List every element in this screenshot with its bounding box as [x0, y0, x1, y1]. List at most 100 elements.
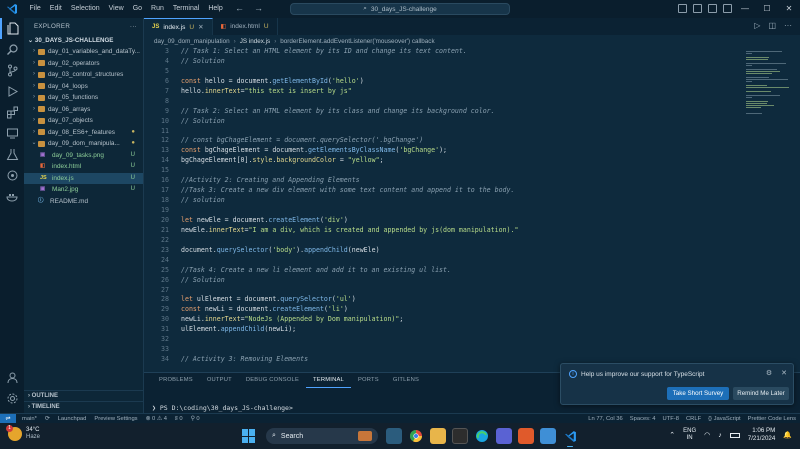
terminal-app-icon[interactable]: [452, 428, 468, 444]
panel-tab-problems[interactable]: PROBLEMS: [152, 373, 200, 387]
terminal[interactable]: ❯ PS D:\coding\30_days_JS-challenge>: [152, 404, 293, 412]
maximize-icon[interactable]: ☐: [756, 0, 778, 18]
code-line[interactable]: 5: [144, 67, 740, 77]
status-item[interactable]: ʬ 0: [175, 416, 183, 422]
panel-tab-gitlens[interactable]: GITLENS: [386, 373, 426, 387]
notification-bell-icon[interactable]: 🔔: [783, 431, 792, 439]
back-arrow-icon[interactable]: ←: [235, 3, 244, 13]
gitlens-icon[interactable]: [0, 165, 24, 186]
status-item[interactable]: CRLF: [686, 416, 701, 422]
edge-icon[interactable]: [474, 428, 490, 444]
panel-tab-ports[interactable]: PORTS: [351, 373, 386, 387]
toggle-secondary-sidebar-icon[interactable]: [708, 4, 717, 13]
tree-item[interactable]: › day_04_loops: [24, 81, 143, 93]
account-icon[interactable]: [0, 367, 24, 388]
remind-later-button[interactable]: Remind Me Later: [733, 387, 789, 400]
tree-item[interactable]: › day_01_variables_and_dataTy...: [24, 46, 143, 58]
status-item[interactable]: Spaces: 4: [630, 416, 656, 422]
tree-item[interactable]: JS index.js U: [24, 172, 143, 184]
code-line[interactable]: 8: [144, 97, 740, 107]
code-line[interactable]: 25 //Task 4: Create a new li element and …: [144, 266, 740, 276]
code-line[interactable]: 19: [144, 206, 740, 216]
status-item[interactable]: Launchpad: [58, 416, 87, 422]
code-line[interactable]: 30 newLi.innerText="NodeJs (Appended by D…: [144, 315, 740, 325]
tree-item[interactable]: › day_08_ES6+_features ●: [24, 127, 143, 139]
volume-icon[interactable]: ♪: [718, 432, 722, 439]
command-center[interactable]: ⌕ 30_days_JS-challenge: [290, 3, 510, 15]
status-item[interactable]: ⚲ 0: [191, 416, 200, 422]
code-line[interactable]: 23 document.querySelector('body').appendC…: [144, 246, 740, 256]
code-line[interactable]: 11: [144, 127, 740, 137]
tree-item[interactable]: ◧ index.html U: [24, 161, 143, 173]
menu-go[interactable]: Go: [128, 0, 146, 18]
gear-icon[interactable]: ⚙: [766, 369, 772, 377]
code-line[interactable]: 24: [144, 256, 740, 266]
photos-icon[interactable]: [540, 428, 556, 444]
code-line[interactable]: 26 // Solution: [144, 276, 740, 286]
tab-index-js[interactable]: JS index.js U ✕: [144, 18, 213, 35]
customize-layout-icon[interactable]: [723, 4, 732, 13]
code-line[interactable]: 31 ulElement.appendChild(newLi);: [144, 325, 740, 335]
code-line[interactable]: 22: [144, 236, 740, 246]
split-editor-icon[interactable]: ◫: [768, 21, 776, 30]
teams-icon[interactable]: [496, 428, 512, 444]
menu-file[interactable]: File: [25, 0, 45, 18]
remote-explorer-icon[interactable]: [0, 123, 24, 144]
wifi-icon[interactable]: ◠: [704, 431, 710, 439]
minimize-icon[interactable]: —: [734, 0, 756, 18]
explorer-icon[interactable]: [0, 18, 24, 39]
tree-item[interactable]: ▣ Man2.jpg U: [24, 184, 143, 196]
close-icon[interactable]: ✕: [778, 0, 800, 18]
source-control-icon[interactable]: [0, 60, 24, 81]
tree-item[interactable]: › day_05_functions: [24, 92, 143, 104]
file-explorer-icon[interactable]: [430, 428, 446, 444]
menu-help[interactable]: Help: [204, 0, 227, 18]
testing-icon[interactable]: [0, 144, 24, 165]
code-line[interactable]: 20 let newEle = document.createElement('d…: [144, 216, 740, 226]
code-line[interactable]: 29 const newLi = document.createElement('…: [144, 305, 740, 315]
settings-gear-icon[interactable]: [0, 388, 24, 409]
tab-index-html[interactable]: ◧ index.html U: [213, 18, 278, 35]
code-line[interactable]: 9 // Task 2: Select an HTML element by it…: [144, 107, 740, 117]
status-item[interactable]: ⊗ 0 ⚠ 4: [146, 416, 167, 422]
windows-start-icon[interactable]: [242, 429, 256, 443]
minimap[interactable]: [740, 47, 800, 372]
code-line[interactable]: 3 // Task 1: Select an HTML element by it…: [144, 47, 740, 57]
tree-item[interactable]: ⌄ day_09_dom_manipula... ●: [24, 138, 143, 150]
menu-run[interactable]: Run: [147, 0, 169, 18]
chrome-icon[interactable]: [408, 428, 424, 444]
docker-icon[interactable]: [0, 186, 24, 207]
tree-item[interactable]: › day_03_control_structures: [24, 69, 143, 81]
menu-edit[interactable]: Edit: [45, 0, 66, 18]
outline-section[interactable]: › OUTLINE: [24, 390, 144, 401]
remote-indicator-icon[interactable]: ⇌: [0, 413, 16, 424]
search-icon[interactable]: [0, 39, 24, 60]
code-line[interactable]: 4 // Solution: [144, 57, 740, 67]
code-line[interactable]: 10 // Solution: [144, 117, 740, 127]
status-item[interactable]: Ln 77, Col 36: [588, 416, 622, 422]
tab-close-icon[interactable]: ✕: [198, 23, 203, 31]
status-item[interactable]: main*: [22, 416, 37, 422]
forward-arrow-icon[interactable]: →: [254, 3, 263, 13]
chevron-up-icon[interactable]: ⌃: [669, 431, 675, 439]
toggle-panel-icon[interactable]: [693, 4, 702, 13]
panel-tab-debug-console[interactable]: DEBUG CONSOLE: [239, 373, 306, 387]
clock[interactable]: 1:06 PM 7/21/2024: [748, 427, 776, 443]
code-line[interactable]: 32: [144, 335, 740, 345]
code-line[interactable]: 28 let ulElement = document.querySelector…: [144, 295, 740, 305]
breadcrumb-file[interactable]: JS index.js: [240, 38, 270, 45]
widgets-app-icon[interactable]: [386, 428, 402, 444]
status-item[interactable]: {} JavaScript: [708, 416, 741, 422]
tree-item[interactable]: ⓘ README.md: [24, 196, 143, 208]
panel-tab-output[interactable]: OUTPUT: [200, 373, 239, 387]
take-survey-button[interactable]: Take Short Survey: [667, 387, 729, 400]
code-line[interactable]: 6 const hello = document.getElementById('…: [144, 77, 740, 87]
breadcrumb-folder[interactable]: day_09_dom_manipulation: [154, 38, 230, 45]
status-item[interactable]: Prettier Code Lens: [748, 416, 796, 422]
language-indicator[interactable]: ENG IN: [683, 428, 696, 442]
code-line[interactable]: 16 //Activity 2: Creating and Appending E…: [144, 176, 740, 186]
code-line[interactable]: 12 // const bgChageElement = document.que…: [144, 136, 740, 146]
panel-tab-terminal[interactable]: TERMINAL: [306, 373, 351, 388]
more-actions-icon[interactable]: ···: [130, 18, 137, 35]
code-line[interactable]: 15: [144, 166, 740, 176]
